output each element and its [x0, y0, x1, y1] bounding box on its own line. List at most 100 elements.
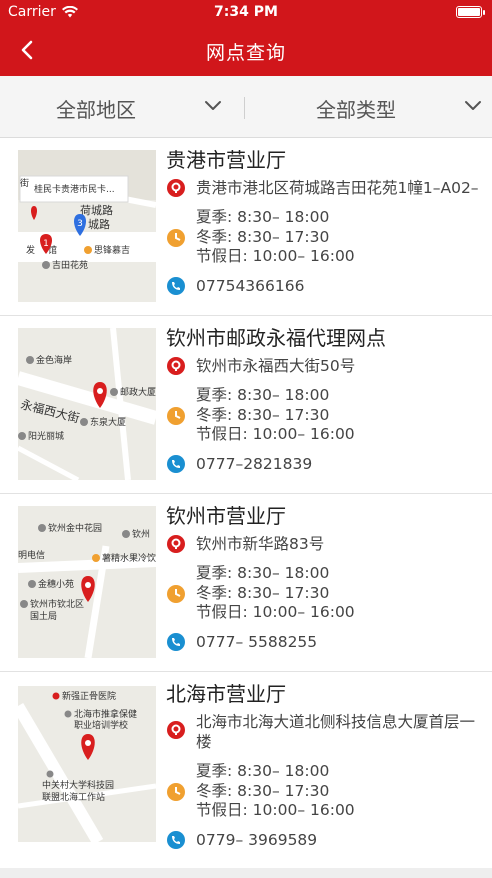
map-label: 东泉大厦: [90, 416, 126, 428]
map-illustration: 钦州金中花园 钦州 明电信 薯精水果冷饮店 金穗小苑 钦州市钦北区 国土局: [18, 506, 156, 658]
chevron-down-icon: [205, 101, 221, 110]
hours-winter: 冬季: 8:30– 17:30: [196, 227, 330, 246]
branch-phone[interactable]: 0777–2821839: [166, 453, 488, 475]
location-pin-icon: [167, 721, 185, 739]
map-illustration: 新强正骨医院 北海市推拿保健 职业培训学校 中关村大学科技园 联盟北海工作站: [18, 686, 156, 842]
hours-winter: 冬季: 8:30– 17:30: [196, 405, 330, 424]
hours-summer: 夏季: 8:30– 18:00: [196, 386, 330, 404]
branch-phone[interactable]: 0777– 5588255: [166, 631, 488, 653]
phone-icon: [167, 276, 185, 295]
map-label: 吉田花苑: [52, 259, 88, 271]
chevron-down-icon: [465, 101, 481, 110]
map-label: 阳光丽城: [28, 430, 64, 442]
hours-holiday: 节假日: 10:00– 16:00: [196, 247, 355, 265]
region-filter-dropdown[interactable]: 全部地区: [0, 76, 240, 138]
status-bar: Carrier 7:34 PM: [0, 0, 492, 24]
map-label: 新强正骨医院: [62, 690, 116, 702]
branch-name: 钦州市营业厅: [166, 504, 286, 528]
page-title: 网点查询: [205, 42, 286, 64]
branch-hours: 夏季: 8:30– 18:00 冬季: 8:30– 17:30 节假日: 10:…: [166, 762, 488, 821]
branch-item-guigang[interactable]: 桂民卡贵港市民卡... 街 荷城路 城路 发 馆 思锋慕吉 吉田花苑 1 3 贵…: [0, 138, 492, 316]
map-label: 中关村大学科技园: [42, 779, 114, 791]
map-label: 北海市推拿保健: [74, 708, 137, 720]
branch-address: 钦州市新华路83号: [166, 534, 488, 554]
branch-address: 钦州市永福西大街50号: [166, 356, 488, 376]
branch-phone-number: 07754366166: [196, 276, 305, 295]
bottom-safe-area: [0, 868, 492, 878]
map-label: 邮政大厦: [120, 386, 156, 398]
branch-map-thumbnail[interactable]: 钦州金中花园 钦州 明电信 薯精水果冷饮店 金穗小苑 钦州市钦北区 国土局: [18, 506, 156, 658]
branch-map-thumbnail[interactable]: 新强正骨医院 北海市推拿保健 职业培训学校 中关村大学科技园 联盟北海工作站: [18, 686, 156, 842]
branch-map-thumbnail[interactable]: 金色海岸 永福西大街 邮政大厦 东泉大厦 阳光丽城: [18, 328, 156, 480]
hours-holiday: 节假日: 10:00– 16:00: [196, 801, 355, 819]
map-label: 金色海岸: [36, 354, 72, 366]
filter-divider: [244, 97, 245, 119]
type-filter-dropdown[interactable]: 全部类型: [250, 76, 492, 138]
branch-phone-number: 0779– 3969589: [196, 830, 318, 849]
clock-icon: [167, 783, 185, 801]
branch-address-text: 贵港市港北区荷城路吉田花苑1幢1–A02–: [196, 179, 479, 197]
clock-icon: [167, 407, 185, 425]
filter-bar: 全部地区 全部类型: [0, 76, 492, 138]
hours-holiday: 节假日: 10:00– 16:00: [196, 425, 355, 443]
branch-hours: 夏季: 8:30– 18:00 冬季: 8:30– 17:30 节假日: 10:…: [166, 386, 488, 445]
branch-phone-number: 0777–2821839: [196, 454, 313, 473]
map-label: 职业培训学校: [74, 719, 128, 731]
hours-winter: 冬季: 8:30– 17:30: [196, 583, 330, 602]
clock-icon: [167, 585, 185, 603]
map-callout-text: 桂民卡贵港市民卡...: [34, 183, 115, 195]
map-label: 发: [26, 244, 35, 256]
branch-name: 贵港市营业厅: [166, 148, 286, 172]
map-label: 薯精水果冷饮店: [102, 552, 156, 564]
branch-info: 钦州市邮政永福代理网点 钦州市永福西大街50号 夏季: 8:30– 18:00 …: [166, 324, 488, 475]
map-illustration: 金色海岸 永福西大街 邮政大厦 东泉大厦 阳光丽城: [18, 328, 156, 480]
region-filter-label: 全部地区: [56, 98, 136, 122]
branch-info: 北海市营业厅 北海市北海大道北侧科技信息大厦首层一楼 夏季: 8:30– 18:…: [166, 680, 488, 851]
map-label: 联盟北海工作站: [42, 791, 105, 803]
map-label: 钦州金中花园: [48, 522, 102, 534]
location-pin-icon: [167, 179, 185, 197]
map-label: 街: [20, 177, 29, 189]
map-label: 国土局: [30, 610, 57, 622]
map-label: 明电信: [18, 549, 45, 561]
branch-hours: 夏季: 8:30– 18:00 冬季: 8:30– 17:30 节假日: 10:…: [166, 208, 488, 267]
branch-item-qinzhou[interactable]: 钦州金中花园 钦州 明电信 薯精水果冷饮店 金穗小苑 钦州市钦北区 国土局 钦州…: [0, 494, 492, 672]
branch-phone[interactable]: 0779– 3969589: [166, 829, 488, 851]
hours-summer: 夏季: 8:30– 18:00: [196, 208, 330, 226]
branch-name: 北海市营业厅: [166, 682, 286, 706]
map-label: 思锋慕吉: [94, 244, 130, 256]
map-label: 金穗小苑: [38, 578, 74, 590]
map-label: 钦州: [132, 528, 150, 540]
branch-phone[interactable]: 07754366166: [166, 275, 488, 297]
branch-name: 钦州市邮政永福代理网点: [166, 326, 386, 350]
branch-hours: 夏季: 8:30– 18:00 冬季: 8:30– 17:30 节假日: 10:…: [166, 564, 488, 623]
branch-address-text: 钦州市永福西大街50号: [196, 357, 356, 375]
clock-icon: [167, 229, 185, 247]
hours-summer: 夏季: 8:30– 18:00: [196, 762, 330, 780]
branch-map-thumbnail[interactable]: 桂民卡贵港市民卡... 街 荷城路 城路 发 馆 思锋慕吉 吉田花苑 1 3: [18, 150, 156, 302]
nav-bar: 网点查询: [0, 24, 492, 76]
status-time: 7:34 PM: [214, 4, 278, 20]
branch-info: 钦州市营业厅 钦州市新华路83号 夏季: 8:30– 18:00 冬季: 8:3…: [166, 502, 488, 653]
branch-address: 北海市北海大道北侧科技信息大厦首层一楼: [166, 712, 488, 752]
map-label: 荷城路: [80, 204, 113, 217]
phone-icon: [167, 454, 185, 473]
branch-address-text: 钦州市新华路83号: [196, 535, 325, 553]
phone-icon: [167, 632, 185, 651]
branch-item-beihai[interactable]: 新强正骨医院 北海市推拿保健 职业培训学校 中关村大学科技园 联盟北海工作站 北…: [0, 672, 492, 868]
battery-icon: [456, 6, 485, 18]
map-label: 城路: [88, 218, 110, 231]
phone-icon: [167, 830, 185, 849]
type-filter-label: 全部类型: [316, 98, 396, 122]
hours-holiday: 节假日: 10:00– 16:00: [196, 603, 355, 621]
svg-text:1: 1: [43, 239, 49, 249]
branch-phone-number: 0777– 5588255: [196, 632, 318, 651]
hours-winter: 冬季: 8:30– 17:30: [196, 781, 330, 800]
hours-summer: 夏季: 8:30– 18:00: [196, 564, 330, 582]
branch-info: 贵港市营业厅 贵港市港北区荷城路吉田花苑1幢1–A02– 夏季: 8:30– 1…: [166, 146, 488, 297]
map-label: 钦州市钦北区: [30, 598, 84, 610]
branch-address: 贵港市港北区荷城路吉田花苑1幢1–A02–: [166, 178, 488, 198]
svg-text:3: 3: [77, 219, 83, 229]
location-pin-icon: [167, 535, 185, 553]
branch-item-qinzhou-yongfu[interactable]: 金色海岸 永福西大街 邮政大厦 东泉大厦 阳光丽城 钦州市邮政永福代理网点 钦州…: [0, 316, 492, 494]
